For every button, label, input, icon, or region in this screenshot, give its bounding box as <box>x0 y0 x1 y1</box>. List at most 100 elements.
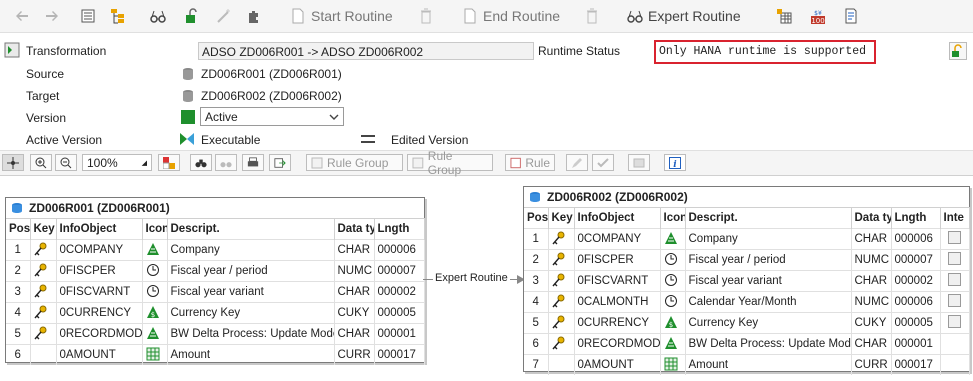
data-type: NUMC <box>851 291 892 313</box>
active-version-value: Executable <box>201 133 261 147</box>
table-row[interactable]: 3 0FISCVARNT Fiscal year variant CHAR 000002 <box>6 281 425 303</box>
rule-group-button-1[interactable]: Rule Group <box>306 154 403 171</box>
target-table-columns: PosKeyInfoObjectIconDescript.Data typeLn… <box>524 207 970 229</box>
integration-checkbox[interactable] <box>948 315 961 328</box>
check-rule-icon[interactable] <box>592 154 614 171</box>
table-row[interactable]: 2 0FISCPER Fiscal year / period NUMC 000007 <box>6 260 425 282</box>
delete-start-routine-icon[interactable] <box>418 6 434 26</box>
time-icon <box>660 249 686 271</box>
delete-end-routine-icon[interactable] <box>584 6 600 26</box>
export-icon[interactable] <box>269 154 291 171</box>
binoculars-icon[interactable] <box>190 154 212 171</box>
infoobject-name: 0RECORDMODE <box>56 323 143 345</box>
print-icon[interactable] <box>242 154 264 171</box>
start-routine-button[interactable]: Start Routine <box>290 6 393 26</box>
table-row[interactable]: 3 0FISCVARNT Fiscal year variant CHAR 000002 <box>524 270 970 292</box>
version-select[interactable]: Active <box>200 107 344 126</box>
integration-checkbox[interactable] <box>948 252 961 265</box>
chevron-down-icon <box>329 114 339 120</box>
key-empty <box>30 344 57 365</box>
row-position: 4 <box>524 291 549 313</box>
connector-label[interactable]: Expert Routine <box>433 272 510 284</box>
back-arrow-icon[interactable] <box>14 6 30 26</box>
zoom-in-icon[interactable] <box>30 154 52 171</box>
transformation-status-icon <box>4 42 20 61</box>
target-value: ZD006R002 (ZD006R002) <box>201 89 342 103</box>
source-value: ZD006R001 (ZD006R001) <box>201 67 342 81</box>
integration-checkbox[interactable] <box>948 231 961 244</box>
data-type: CHAR <box>851 228 892 250</box>
data-type: CURR <box>851 354 892 375</box>
column-header: Icon <box>142 218 168 240</box>
expert-routine-button[interactable]: Expert Routine <box>627 6 741 26</box>
characteristic-icon <box>660 333 686 355</box>
rule-group-label-1: Rule Group <box>327 155 389 170</box>
time-icon <box>142 281 168 303</box>
routine-icon[interactable] <box>628 154 650 171</box>
description: Amount <box>685 354 852 375</box>
table-row[interactable]: 5 0RECORDMODE BW Delta Process: Update Mod… <box>6 323 425 345</box>
edited-version-label: Edited Version <box>391 133 469 147</box>
color-legend-icon[interactable] <box>158 154 180 171</box>
key-empty <box>548 354 575 375</box>
version-label: Version <box>26 111 67 125</box>
key-icon <box>30 260 57 282</box>
length: 000005 <box>891 312 941 334</box>
key-icon <box>548 312 575 334</box>
target-table-db-icon <box>530 192 540 202</box>
rule-button[interactable]: Rule <box>505 154 555 171</box>
display-object-icon[interactable] <box>80 6 96 26</box>
description: Currency Key <box>167 302 335 324</box>
row-position: 7 <box>524 354 549 375</box>
row-position: 2 <box>524 249 549 271</box>
infoobject-name: 0AMOUNT <box>574 354 661 375</box>
table-grid-icon[interactable] <box>776 6 792 26</box>
counter-icon[interactable]: 100 $¥ <box>810 6 826 26</box>
info-icon[interactable]: i <box>664 154 686 171</box>
table-row[interactable]: 6 0AMOUNT Amount CURR 000017 <box>6 344 425 365</box>
find-next-icon[interactable] <box>215 154 237 171</box>
equals-icon <box>361 135 375 143</box>
magic-wand-icon[interactable] <box>216 6 232 26</box>
table-row[interactable]: 2 0FISCPER Fiscal year / period NUMC 000007 <box>524 249 970 271</box>
key-icon <box>30 281 57 303</box>
table-row[interactable]: 7 0AMOUNT Amount CURR 000017 <box>524 354 970 375</box>
key-icon <box>548 249 575 271</box>
row-position: 3 <box>6 281 31 303</box>
infoobject-name: 0CURRENCY <box>56 302 143 324</box>
row-position: 6 <box>524 333 549 355</box>
infoobject-name: 0RECORDMODE <box>574 333 661 355</box>
description: Calendar Year/Month <box>685 291 852 313</box>
data-type: NUMC <box>334 260 375 282</box>
length: 000002 <box>891 270 941 292</box>
activate-icon[interactable] <box>184 6 200 26</box>
target-database-icon <box>182 89 194 106</box>
puzzle-icon[interactable] <box>246 6 262 26</box>
table-row[interactable]: 4 0CALMONTH Calendar Year/Month NUMC 000006 <box>524 291 970 313</box>
transformation-field[interactable]: ADSO ZD006R001 -> ADSO ZD006R002 <box>198 42 534 60</box>
document-info-icon[interactable] <box>843 6 859 26</box>
zoom-select[interactable]: 100% ◢ <box>82 154 152 171</box>
runtime-settings-icon[interactable] <box>949 42 967 60</box>
table-row[interactable]: 5 0CURRENCY $ Currency Key CUKY 000005 <box>524 312 970 334</box>
integration-checkbox[interactable] <box>948 294 961 307</box>
select-mode-icon[interactable] <box>2 154 24 171</box>
table-row[interactable]: 1 0COMPANY Company CHAR 000006 <box>524 228 970 250</box>
glasses-icon[interactable] <box>150 6 166 26</box>
rule-group-button-2[interactable]: Rule Group <box>407 149 493 177</box>
characteristic-icon <box>660 228 686 250</box>
table-row[interactable]: 1 0COMPANY Company CHAR 000006 <box>6 239 425 261</box>
target-table-title: ZD006R002 (ZD006R002) <box>547 190 688 204</box>
edit-rule-icon[interactable] <box>566 154 588 171</box>
table-row[interactable]: 4 0CURRENCY $ Currency Key CUKY 000005 <box>6 302 425 324</box>
table-row[interactable]: 6 0RECORDMODE BW Delta Process: Update Mod… <box>524 333 970 355</box>
hierarchy-icon[interactable] <box>110 6 126 26</box>
end-routine-button[interactable]: End Routine <box>462 6 560 26</box>
source-table-title: ZD006R001 (ZD006R001) <box>29 201 170 215</box>
end-routine-label: End Routine <box>483 8 561 24</box>
description: Fiscal year / period <box>685 249 852 271</box>
forward-arrow-icon[interactable] <box>44 6 60 26</box>
runtime-status-field[interactable]: Only HANA runtime is supported <box>654 40 876 64</box>
zoom-out-icon[interactable] <box>55 154 77 171</box>
integration-checkbox[interactable] <box>948 273 961 286</box>
